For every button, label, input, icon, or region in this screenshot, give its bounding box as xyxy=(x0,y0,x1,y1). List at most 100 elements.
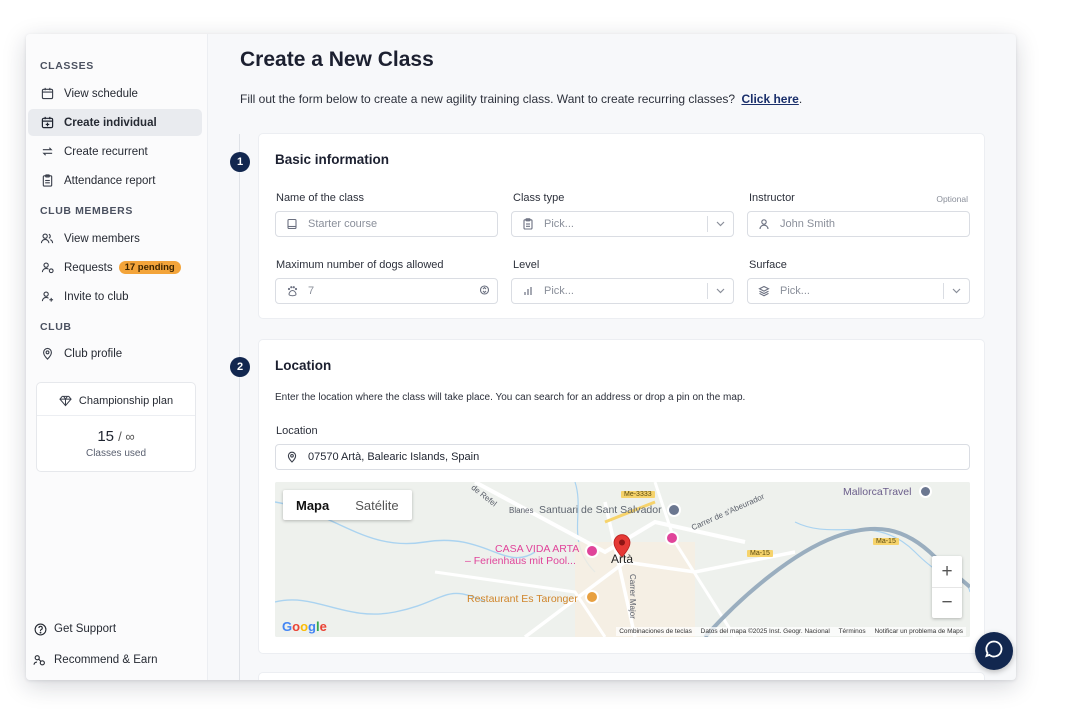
basic-information-card: Basic information Name of the class Star… xyxy=(258,133,985,319)
map-zoom-controls: + − xyxy=(932,556,962,618)
poi-hotel-icon[interactable] xyxy=(665,531,679,545)
class-name-label: Name of the class xyxy=(276,192,365,204)
sidebar-item-label: View schedule xyxy=(64,87,138,100)
map-type-satellite-button[interactable]: Satélite xyxy=(342,490,411,520)
max-dogs-stepper[interactable]: 7 xyxy=(275,278,498,304)
map-report-link[interactable]: Notificar un problema de Maps xyxy=(874,628,963,635)
sidebar-section-club-members: CLUB MEMBERS xyxy=(40,205,133,217)
steps-timeline xyxy=(239,134,240,680)
sidebar-item-club-profile[interactable]: Club profile xyxy=(28,340,202,367)
map-terms-link[interactable]: Términos xyxy=(839,628,866,635)
book-icon xyxy=(285,217,299,231)
class-name-placeholder: Starter course xyxy=(308,218,378,230)
recommend-earn-label: Recommend & Earn xyxy=(54,654,158,666)
sidebar-item-label: Create recurrent xyxy=(64,145,148,158)
poi-restaurant-icon[interactable] xyxy=(585,590,599,604)
plan-card: Championship plan 15 / ∞ Classes used xyxy=(36,382,196,472)
class-name-input[interactable]: Starter course xyxy=(275,211,498,237)
page-description: Fill out the form below to create a new … xyxy=(240,92,802,106)
location-card: Location Enter the location where the cl… xyxy=(258,339,985,654)
user-pending-icon xyxy=(40,261,54,275)
sidebar-item-label: Invite to club xyxy=(64,290,129,303)
chat-support-button[interactable] xyxy=(975,632,1013,670)
zoom-out-button[interactable]: − xyxy=(932,587,962,618)
road-label-me3333: Me-3333 xyxy=(621,491,655,498)
max-dogs-label: Maximum number of dogs allowed xyxy=(276,259,444,271)
sidebar-item-create-individual[interactable]: Create individual xyxy=(28,109,202,136)
zoom-in-button[interactable]: + xyxy=(932,556,962,587)
step-1-marker: 1 xyxy=(230,152,250,172)
app-window: CLASSES View schedule Create individual … xyxy=(26,34,1016,680)
level-label: Level xyxy=(513,259,540,271)
poi-hotel-icon[interactable] xyxy=(585,544,599,558)
user-icon xyxy=(757,217,771,231)
sidebar-item-label: View members xyxy=(64,232,140,245)
sidebar-item-view-schedule[interactable]: View schedule xyxy=(28,80,202,107)
repeat-icon xyxy=(40,145,54,159)
sidebar-item-invite[interactable]: Invite to club xyxy=(28,283,202,310)
surface-placeholder: Pick... xyxy=(780,285,810,297)
sidebar-item-attendance-report[interactable]: Attendance report xyxy=(28,167,202,194)
map-label-casa-vida-sub: – Ferienhaus mit Pool... xyxy=(465,555,576,567)
surface-select[interactable]: Pick... xyxy=(747,278,970,304)
clipboard-icon xyxy=(521,217,535,231)
sidebar-item-view-members[interactable]: View members xyxy=(28,225,202,252)
poi-marker-icon[interactable] xyxy=(919,485,932,498)
location-label: Location xyxy=(276,425,318,437)
help-circle-icon xyxy=(33,622,47,636)
location-pin-icon xyxy=(40,347,54,361)
road-label-ma15: Ma-15 xyxy=(747,550,773,557)
page-description-text: Fill out the form below to create a new … xyxy=(240,92,736,106)
google-logo: Google xyxy=(282,619,327,634)
sidebar-item-label: Create individual xyxy=(64,116,157,129)
road-label-ma15-east: Ma-15 xyxy=(873,538,899,545)
clipboard-icon xyxy=(40,174,54,188)
sidebar-item-label: Requests xyxy=(64,261,113,274)
page-description-suffix: . xyxy=(798,92,803,106)
max-dogs-value: 7 xyxy=(308,285,315,297)
location-map[interactable]: Me-3333 Ma-15 Ma-15 MallorcaTravel de Re… xyxy=(275,482,970,637)
diamond-icon xyxy=(59,395,72,407)
plan-name: Championship plan xyxy=(78,394,174,407)
map-label-casa-vida: CASA VIDA ARTA xyxy=(495,543,580,555)
chat-bubble-icon xyxy=(984,639,1004,664)
poi-church-icon[interactable] xyxy=(667,503,681,517)
recurring-classes-link[interactable]: Click here xyxy=(741,92,798,106)
requests-pending-badge: 17 pending xyxy=(118,261,181,274)
next-section-card xyxy=(258,672,985,680)
users-icon xyxy=(40,232,54,246)
class-type-select[interactable]: Pick... xyxy=(511,211,734,237)
get-support-link[interactable]: Get Support xyxy=(33,622,116,636)
instructor-input[interactable]: John Smith xyxy=(747,211,970,237)
chevron-down-icon xyxy=(707,283,733,299)
map-label-blanes: Blanes xyxy=(509,506,534,515)
sidebar-item-create-recurrent[interactable]: Create recurrent xyxy=(28,138,202,165)
location-title: Location xyxy=(275,358,332,373)
map-type-map-button[interactable]: Mapa xyxy=(283,490,342,520)
level-placeholder: Pick... xyxy=(544,285,574,297)
location-description: Enter the location where the class will … xyxy=(275,392,746,403)
sidebar: CLASSES View schedule Create individual … xyxy=(26,34,208,680)
plan-usage: 15 / ∞ xyxy=(37,428,195,445)
plan-caption: Classes used xyxy=(85,448,147,459)
sidebar-item-label: Club profile xyxy=(64,347,123,360)
map-data-credit: Datos del mapa ©2025 Inst. Geogr. Nacion… xyxy=(700,628,830,635)
calendar-plus-icon xyxy=(40,116,54,130)
location-input[interactable]: 07570 Artà, Balearic Islands, Spain xyxy=(275,444,970,470)
basic-information-title: Basic information xyxy=(275,152,390,167)
sidebar-item-requests[interactable]: Requests 17 pending xyxy=(28,254,202,281)
keyboard-shortcuts-link[interactable]: Combinaciones de teclas xyxy=(619,628,692,635)
map-label-mallorca-travel: MallorcaTravel xyxy=(843,486,912,498)
level-select[interactable]: Pick... xyxy=(511,278,734,304)
location-value: 07570 Artà, Balearic Islands, Spain xyxy=(308,451,480,463)
surface-label: Surface xyxy=(749,259,787,271)
step-2-marker: 2 xyxy=(230,357,250,377)
map-type-toggle: Mapa Satélite xyxy=(283,490,412,520)
stepper-arrows-icon[interactable] xyxy=(479,284,490,299)
class-type-label: Class type xyxy=(513,192,565,204)
user-plus-icon xyxy=(40,290,54,304)
chevron-down-icon xyxy=(943,283,969,299)
recommend-earn-link[interactable]: Recommend & Earn xyxy=(33,653,158,667)
paw-icon xyxy=(285,284,299,298)
map-label-santuari: Santuari de Sant Salvador xyxy=(539,504,662,516)
